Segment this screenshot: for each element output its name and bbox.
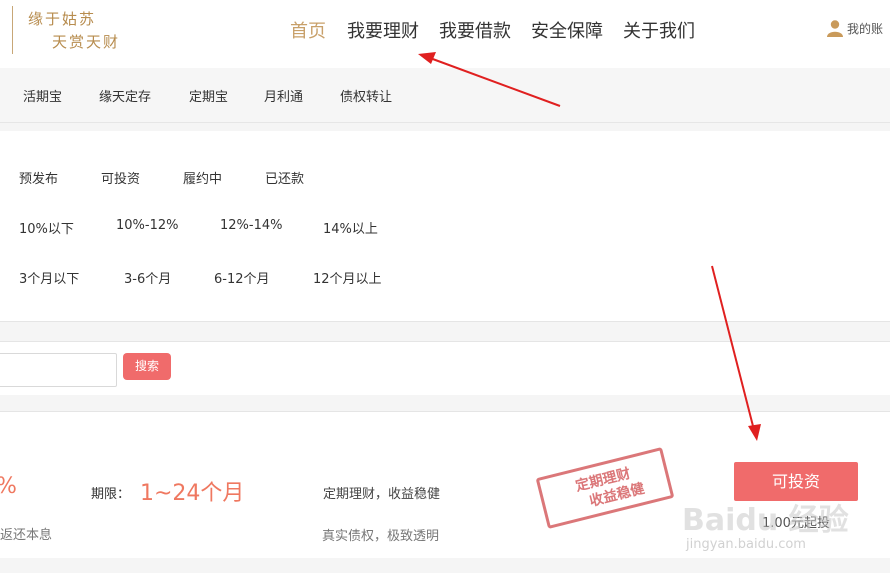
product-description: 定期理财，收益稳健 xyxy=(323,487,441,502)
account-link[interactable]: 我的账 xyxy=(826,19,883,37)
annual-rate-value: % xyxy=(0,474,17,499)
logo-line2: 天赏天财 xyxy=(52,33,121,51)
nav-item-home[interactable]: 首页 xyxy=(290,17,326,43)
filter-status-prerelease[interactable]: 预发布 xyxy=(19,168,58,187)
product-feature: 真实债权，极致透明 xyxy=(322,529,440,544)
filter-rate-12-14[interactable]: 12%-14% xyxy=(220,218,282,233)
section-gap xyxy=(0,322,890,341)
filter-term-6-12[interactable]: 6-12个月 xyxy=(214,268,270,287)
repayment-method: 返还本息 xyxy=(0,528,53,543)
logo-line1: 缘于姑苏 xyxy=(28,10,97,28)
nav-item-about[interactable]: 关于我们 xyxy=(623,17,695,43)
tab-yuelitong[interactable]: 月利通 xyxy=(264,86,303,105)
section-gap xyxy=(0,395,890,411)
filter-rate-under-10[interactable]: 10%以下 xyxy=(19,218,74,237)
search-input[interactable] xyxy=(0,353,117,387)
term-label: 期限： xyxy=(91,487,131,502)
search-button[interactable]: 搜索 xyxy=(123,353,171,380)
user-icon xyxy=(826,19,844,37)
filter-term-over-12[interactable]: 12个月以上 xyxy=(313,268,382,287)
tab-zhaiquan-zhuanrang[interactable]: 债权转让 xyxy=(340,86,392,105)
tab-yuantian-dingcun[interactable]: 缘天定存 xyxy=(99,86,151,105)
filter-rate-over-14[interactable]: 14%以上 xyxy=(323,218,378,237)
nav-item-invest[interactable]: 我要理财 xyxy=(347,17,419,43)
filter-rate-10-12[interactable]: 10%-12% xyxy=(116,218,178,233)
filter-term-under-3[interactable]: 3个月以下 xyxy=(19,268,79,287)
baidu-watermark: Baidu 经验 xyxy=(682,503,849,538)
filter-term-3-6[interactable]: 3-6个月 xyxy=(124,268,171,287)
logo-divider xyxy=(12,6,13,54)
term-value: 1~24个月 xyxy=(140,481,245,506)
tab-huoqibao[interactable]: 活期宝 xyxy=(23,86,62,105)
section-gap xyxy=(0,123,890,131)
tab-dingqibao[interactable]: 定期宝 xyxy=(189,86,228,105)
filter-status-repaid[interactable]: 已还款 xyxy=(265,168,304,187)
nav-item-security[interactable]: 安全保障 xyxy=(531,17,603,43)
filter-status-performing[interactable]: 履约中 xyxy=(183,168,222,187)
account-label: 我的账 xyxy=(847,22,884,36)
filter-status-investable[interactable]: 可投资 xyxy=(101,168,140,187)
nav-item-borrow[interactable]: 我要借款 xyxy=(439,17,511,43)
baidu-watermark-url: jingyan.baidu.com xyxy=(686,537,806,552)
section-gap xyxy=(0,558,890,573)
